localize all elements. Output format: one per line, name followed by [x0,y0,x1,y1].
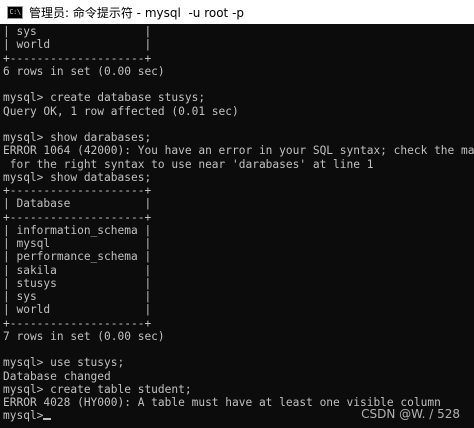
console-line: ERROR 1064 (42000): You have an error in… [3,144,474,158]
console-line: | sakila | [3,263,152,277]
console-line: | performance_schema | [3,250,152,264]
command-prompt-icon-label: C:\ [9,7,21,16]
console-line: Database changed [3,369,111,383]
watermark: CSDN @W. / 528 [361,407,460,421]
console-line: mysql> show darabases; [3,131,152,144]
console-line: Query OK, 1 row affected (0.01 sec) [3,104,239,118]
console-line: | information_schema | [3,223,152,237]
console-line: +--------------------+ [3,184,152,197]
console-line: +--------------------+ [3,316,152,330]
text-cursor [43,418,52,421]
console-line: 6 rows in set (0.00 sec) [3,64,165,78]
console-line: mysql> create database stusys; [3,91,206,105]
title-bar[interactable]: C:\ 管理员: 命令提示符 - mysql -u root -p [0,0,474,24]
console-line: mysql> show databases; [3,170,152,184]
console-line: for the right syntax to use near 'daraba… [3,157,374,171]
console-line: | Database | [3,197,152,211]
command-prompt-window: C:\ 管理员: 命令提示符 - mysql -u root -p | sys … [0,0,474,428]
console-line: 7 rows in set (0.00 sec) [3,329,165,343]
console-line: | world | [3,38,152,52]
console-prompt: mysql> [3,409,44,423]
console-line: | sys | [3,25,152,38]
console-line: | stusys | [3,276,152,290]
console-line: mysql> use stusys; [3,356,125,370]
console-line: | world | [3,303,152,317]
console-line: +--------------------+ [3,51,152,65]
console-line: +--------------------+ [3,210,152,224]
console-line: mysql> create table student; [3,382,192,396]
console-line: | sys | [3,290,152,303]
window-title: 管理员: 命令提示符 - mysql -u root -p [29,5,245,20]
command-prompt-icon[interactable]: C:\ [7,5,23,19]
console-output[interactable]: | sys | | world | +--------------------+… [0,25,474,428]
console-line: | mysql | [3,237,152,250]
